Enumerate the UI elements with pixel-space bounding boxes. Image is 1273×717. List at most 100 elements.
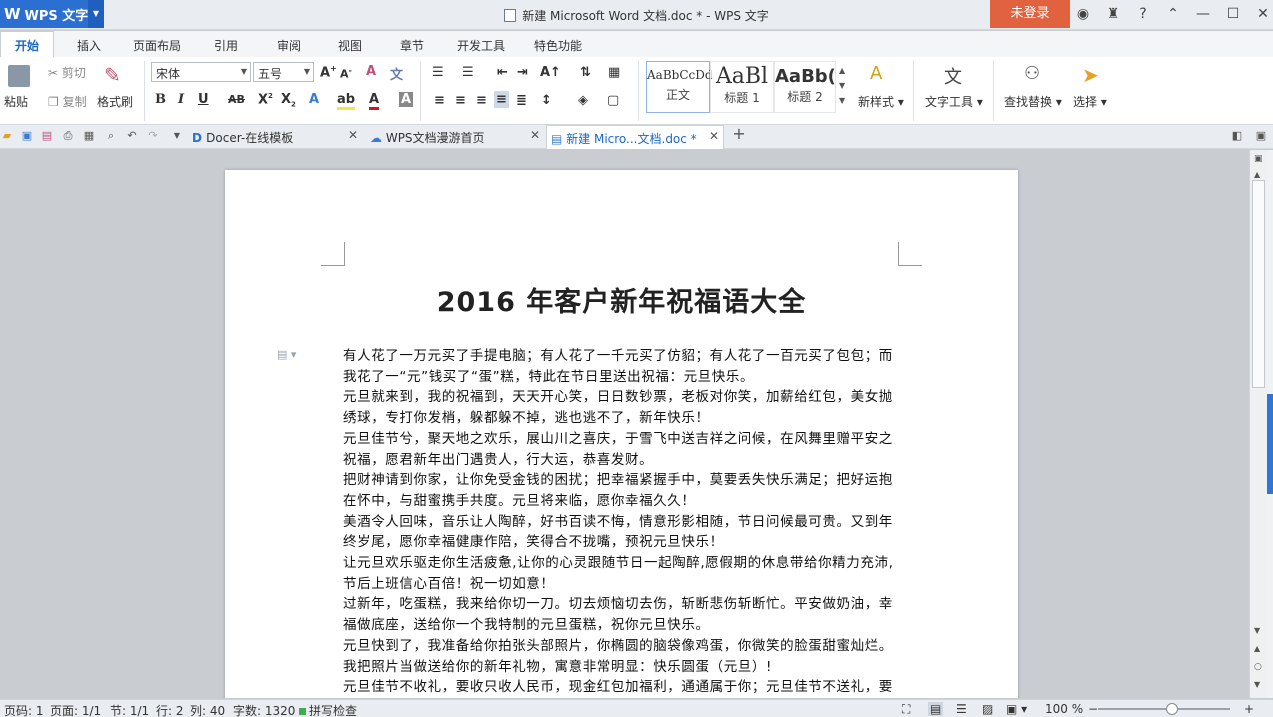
case-icon[interactable]: A↑ xyxy=(540,65,561,80)
style-normal[interactable]: AaBbCcDd 正文 xyxy=(646,61,713,113)
scroll-up-icon[interactable]: ▲ xyxy=(1254,170,1260,179)
prev-page-icon[interactable]: ▲ xyxy=(1254,644,1260,653)
close-icon[interactable]: ✕ xyxy=(348,128,358,142)
split-icon[interactable]: ▣ xyxy=(1254,154,1263,164)
web-view-icon[interactable]: ▨ xyxy=(982,702,993,716)
bold-icon[interactable]: B xyxy=(155,92,166,107)
find-replace-button[interactable]: 查找替换 ▾ xyxy=(1004,93,1062,110)
print-preview-icon[interactable]: ▦ xyxy=(82,129,96,143)
chevron-down-icon[interactable]: ▼ xyxy=(170,129,184,143)
outline-view-icon[interactable]: ☰ xyxy=(956,702,967,716)
tab-insert[interactable]: 插入 xyxy=(77,37,101,54)
justify-icon[interactable]: ≡ xyxy=(494,91,509,108)
text-effect-icon[interactable]: A xyxy=(309,92,319,107)
side-panel-toggle[interactable] xyxy=(1267,394,1273,494)
italic-icon[interactable]: I xyxy=(178,92,184,107)
align-center-icon[interactable]: ≡ xyxy=(455,93,466,108)
tab-home[interactable]: 开始 xyxy=(0,31,55,57)
select-button[interactable]: 选择 ▾ xyxy=(1073,93,1107,110)
help-icon[interactable]: ? xyxy=(1134,6,1152,22)
underline-icon[interactable]: U xyxy=(198,92,209,107)
fullscreen-icon[interactable]: ⛶ xyxy=(902,702,910,717)
shading-icon[interactable]: ◈ xyxy=(578,93,588,108)
doc-tab-current[interactable]: ▤ 新建 Micro...文档.doc * ✕ xyxy=(546,125,724,149)
numbering-icon[interactable]: ☰ xyxy=(462,65,474,80)
sort-icon[interactable]: ⇅ xyxy=(580,65,591,80)
tab-references[interactable]: 引用 xyxy=(214,37,238,54)
tab-developer[interactable]: 开发工具 xyxy=(457,37,505,54)
font-size-select[interactable]: 五号 ▼ xyxy=(253,62,314,82)
align-left-icon[interactable]: ≡ xyxy=(434,93,445,108)
open-icon[interactable]: ▰ xyxy=(0,129,14,143)
zoom-slider[interactable] xyxy=(1098,708,1230,710)
paste-icon[interactable] xyxy=(8,65,30,87)
tab-review[interactable]: 审阅 xyxy=(277,37,301,54)
minimize-button[interactable]: — xyxy=(1194,6,1212,22)
select-browse-icon[interactable]: ○ xyxy=(1254,662,1262,672)
close-icon[interactable]: ✕ xyxy=(530,128,540,142)
line-spacing-icon[interactable]: ↕ xyxy=(541,93,552,108)
undo-icon[interactable]: ↶ xyxy=(125,129,139,143)
login-button[interactable]: 未登录 xyxy=(990,0,1070,28)
shrink-font-icon[interactable]: A- xyxy=(340,66,352,81)
text-tools-button[interactable]: 文字工具 ▾ xyxy=(925,93,983,110)
tab-page-layout[interactable]: 页面布局 xyxy=(133,37,181,54)
doc-tab-docer[interactable]: D Docer-在线模板 ✕ xyxy=(186,125,362,149)
clear-format-icon[interactable]: A xyxy=(366,64,376,79)
close-icon[interactable]: ✕ xyxy=(709,129,719,143)
save-icon[interactable]: ▣ xyxy=(20,129,34,143)
strikethrough-icon[interactable]: AB xyxy=(228,93,245,106)
scroll-thumb[interactable] xyxy=(1252,180,1265,388)
doc-tab-wps-home[interactable]: ☁ WPS文档漫游首页 ✕ xyxy=(366,125,544,149)
font-color-icon[interactable]: A xyxy=(369,92,380,110)
zoom-in-icon[interactable]: + xyxy=(1244,702,1254,716)
document-body[interactable]: 有人花了一万元买了手提电脑；有人花了一千元买了仿貂；有人花了一百元买了包包；而我… xyxy=(343,346,900,698)
align-right-icon[interactable]: ≡ xyxy=(476,93,487,108)
shirt-icon[interactable]: ♜ xyxy=(1104,6,1122,22)
zoom-level[interactable]: 100 % xyxy=(1045,702,1083,716)
status-word-count[interactable]: 字数: 1320 xyxy=(233,702,295,717)
tab-view[interactable]: 视图 xyxy=(338,37,362,54)
page-view-icon[interactable]: ▤ xyxy=(928,702,944,716)
export-icon[interactable]: ▤ xyxy=(40,129,54,143)
maximize-button[interactable]: ☐ xyxy=(1224,6,1242,22)
vertical-scrollbar[interactable]: ▣ ▲ ▼ ▲ ○ ▼ xyxy=(1249,150,1267,698)
style-heading-2[interactable]: AaBb( 标题 2 xyxy=(774,61,836,113)
next-page-icon[interactable]: ▼ xyxy=(1254,680,1260,689)
tab-features[interactable]: 特色功能 xyxy=(534,37,582,54)
font-family-select[interactable]: 宋体 ▼ xyxy=(151,62,251,82)
borders-icon[interactable]: ▢ xyxy=(607,93,619,108)
phonetic-icon[interactable]: 文 xyxy=(390,64,403,83)
tab-list-icon[interactable]: ◧ xyxy=(1230,129,1244,143)
print-icon[interactable]: ⎙ xyxy=(61,129,75,143)
highlight-icon[interactable]: ab xyxy=(337,92,356,110)
distribute-icon[interactable]: ≣ xyxy=(516,93,527,108)
copy-button[interactable]: ❐ 复制 xyxy=(48,93,87,110)
subscript-icon[interactable]: X2 xyxy=(281,92,296,109)
table-icon[interactable]: ▦ xyxy=(608,65,620,80)
zoom-preview-icon[interactable]: ⌕ xyxy=(104,129,118,143)
grow-font-icon[interactable]: A+ xyxy=(320,64,337,80)
styles-scroll-icon[interactable]: ▲ ▼ ▼ xyxy=(839,63,845,108)
reading-view-icon[interactable]: ▣ ▾ xyxy=(1006,702,1027,716)
bullets-icon[interactable]: ☰ xyxy=(432,65,444,80)
collapse-ribbon-icon[interactable]: ⌃ xyxy=(1164,6,1182,22)
tab-chapter[interactable]: 章节 xyxy=(400,37,424,54)
skin-icon[interactable]: ◉ xyxy=(1074,6,1092,22)
paragraph-icon[interactable]: ▤ ▾ xyxy=(277,348,296,361)
document-page[interactable]: 2016 年客户新年祝福语大全 ▤ ▾ 有人花了一万元买了手提电脑；有人花了一千… xyxy=(225,170,1018,698)
increase-indent-icon[interactable]: ⇥ xyxy=(517,65,528,80)
paste-button[interactable]: 粘贴 xyxy=(4,93,28,110)
close-button[interactable]: ✕ xyxy=(1254,6,1272,22)
char-shading-icon[interactable]: A xyxy=(399,92,414,107)
style-heading-1[interactable]: AaBl 标题 1 xyxy=(710,61,774,113)
superscript-icon[interactable]: X2 xyxy=(258,92,273,107)
new-tab-icon[interactable]: + xyxy=(732,126,746,142)
cut-button[interactable]: ✂ 剪切 xyxy=(48,64,86,81)
decrease-indent-icon[interactable]: ⇤ xyxy=(497,65,508,80)
zoom-slider-handle[interactable] xyxy=(1166,703,1178,715)
format-painter-button[interactable]: 格式刷 xyxy=(97,93,133,110)
spell-check-toggle[interactable]: 拼写检查 xyxy=(299,702,357,717)
new-style-button[interactable]: 新样式 ▾ xyxy=(858,93,904,110)
settings-icon[interactable]: ▣ xyxy=(1254,129,1268,143)
